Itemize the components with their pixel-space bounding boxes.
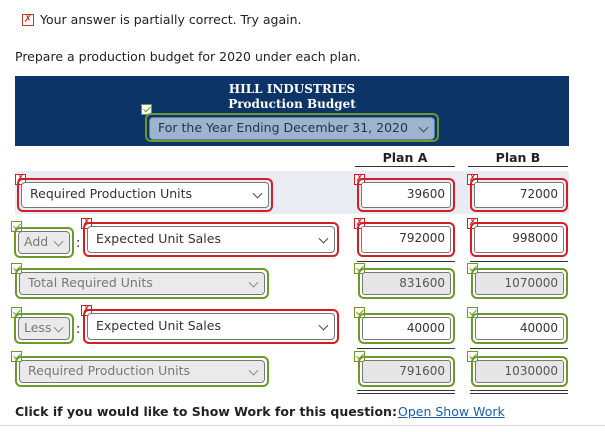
chevron-down-icon	[248, 365, 259, 376]
row5-plan-b-double-underline-2	[470, 393, 568, 394]
plan-a-header-underline	[355, 166, 455, 167]
row2-label-value: Expected Unit Sales	[96, 231, 221, 246]
row1-plan-a-wrapper: 39600	[357, 178, 455, 212]
row2-label-wrapper: Expected Unit Sales	[83, 222, 339, 257]
row4-plan-a-wrapper: 40000	[358, 313, 455, 344]
row1-label-wrapper: Required Production Units	[17, 178, 273, 212]
row4-plan-b-underline	[470, 348, 568, 349]
row3-plan-a-wrapper: 831600	[358, 268, 455, 299]
open-show-work-link[interactable]: Open Show Work	[398, 404, 505, 419]
row4-plan-b-wrapper: 40000	[471, 313, 568, 344]
row4-colon: :	[76, 322, 81, 337]
row3-plan-a-input[interactable]: 831600	[362, 272, 451, 295]
row2-label-select[interactable]: Expected Unit Sales	[87, 226, 335, 253]
row5-plan-b-input[interactable]: 1030000	[475, 360, 564, 383]
row2-plan-b-underline	[470, 261, 568, 262]
row4-plan-a-input[interactable]: 40000	[362, 317, 451, 340]
row2-operator-wrapper: Add	[14, 227, 74, 258]
instruction-text: Prepare a production budget for 2020 und…	[15, 49, 361, 64]
row5-plan-b-double-underline-1	[470, 390, 568, 391]
row3-label-value: Total Required Units	[28, 275, 153, 290]
chevron-down-icon	[252, 188, 263, 199]
row3-label-select[interactable]: Total Required Units	[19, 272, 265, 295]
row1-plan-b-wrapper: 72000	[470, 178, 568, 212]
row5-plan-a-double-underline-2	[357, 393, 455, 394]
row1-plan-b-input[interactable]: 72000	[474, 182, 564, 208]
period-select-value: For the Year Ending December 31, 2020	[158, 120, 408, 135]
plan-b-header: Plan B	[495, 150, 541, 165]
row4-operator-wrapper: Less	[14, 313, 74, 344]
chevron-down-icon	[318, 320, 329, 331]
row4-label-select[interactable]: Expected Unit Sales	[87, 313, 335, 340]
chevron-down-icon	[318, 233, 329, 244]
chevron-down-icon	[418, 122, 429, 133]
row5-label-wrapper: Required Production Units	[15, 356, 269, 387]
partial-correct-icon: ✗	[22, 14, 34, 26]
row4-plan-a-underline	[357, 348, 455, 349]
period-select[interactable]: For the Year Ending December 31, 2020	[149, 117, 435, 140]
row1-label-value: Required Production Units	[30, 186, 193, 201]
plan-a-header: Plan A	[382, 150, 428, 165]
status-message: Your answer is partially correct. Try ag…	[40, 12, 302, 27]
row4-label-value: Expected Unit Sales	[96, 318, 221, 333]
chevron-down-icon	[53, 236, 64, 247]
row2-plan-a-underline	[357, 261, 455, 262]
row5-plan-a-double-underline-1	[357, 390, 455, 391]
row5-label-select[interactable]: Required Production Units	[19, 360, 265, 383]
chevron-down-icon	[248, 277, 259, 288]
show-work-prompt: Click if you would like to Show Work for…	[15, 404, 397, 419]
row5-plan-a-input[interactable]: 791600	[362, 360, 451, 383]
footer-divider	[0, 425, 605, 426]
row1-label-select[interactable]: Required Production Units	[21, 182, 269, 208]
row4-label-wrapper: Expected Unit Sales	[83, 309, 339, 344]
row2-operator-value: Add	[24, 234, 49, 249]
row4-operator-select[interactable]: Less	[18, 317, 70, 340]
budget-title: Production Budget	[228, 97, 356, 111]
company-name: HILL INDUSTRIES	[228, 82, 356, 96]
row3-label-wrapper: Total Required Units	[15, 268, 269, 299]
row2-plan-b-wrapper: 998000	[470, 222, 568, 257]
row2-plan-a-input[interactable]: 792000	[361, 226, 451, 253]
row3-plan-b-wrapper: 1070000	[471, 268, 568, 299]
row1-plan-a-input[interactable]: 39600	[361, 182, 451, 208]
period-select-wrapper: For the Year Ending December 31, 2020	[145, 113, 439, 142]
row5-plan-a-wrapper: 791600	[358, 356, 455, 387]
plan-b-header-underline	[468, 166, 568, 167]
chevron-down-icon	[53, 322, 64, 333]
row2-operator-select[interactable]: Add	[18, 231, 70, 254]
row4-plan-b-input[interactable]: 40000	[475, 317, 564, 340]
row4-operator-value: Less	[24, 320, 52, 335]
row2-colon: :	[76, 236, 81, 251]
row5-plan-b-wrapper: 1030000	[471, 356, 568, 387]
row2-plan-b-input[interactable]: 998000	[474, 226, 564, 253]
row2-plan-a-wrapper: 792000	[357, 222, 455, 257]
row3-plan-b-input[interactable]: 1070000	[475, 272, 564, 295]
row5-label-value: Required Production Units	[28, 363, 191, 378]
